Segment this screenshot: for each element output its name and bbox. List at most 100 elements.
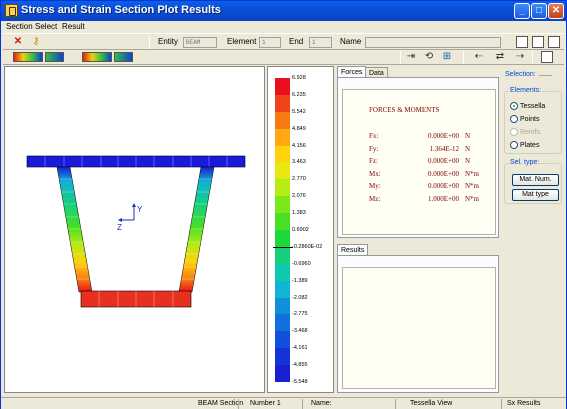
main-toolbar: ✕ ⚷ Entity BEAM Element 1 End 1 Name (3, 33, 564, 50)
color-scale-segment (275, 196, 290, 214)
menu-bar: Section Select Result (1, 21, 566, 33)
window-title: Stress and Strain Section Plot Results (21, 4, 221, 16)
force-row: Fy: 1.364E-12 N (369, 145, 489, 154)
force-unit: N (465, 144, 471, 153)
name-label: Name (340, 37, 362, 46)
force-key: Fx: (369, 132, 379, 140)
radio-plates[interactable]: Plates (510, 141, 539, 150)
status-results: Sx Results (507, 400, 541, 407)
menu-section[interactable]: Section (6, 21, 33, 33)
results-display (342, 267, 496, 389)
export-icon[interactable] (541, 51, 553, 63)
status-separator (395, 399, 396, 409)
view-toolbar: ⇥ ⟲ ⊞ ⇠ ⇄ ⇢ (3, 51, 564, 65)
color-scale-label: 4.156 (292, 142, 306, 149)
maximize-button[interactable]: □ (531, 3, 547, 19)
toolbar-separator (463, 51, 464, 64)
close-button[interactable]: ✕ (548, 3, 564, 19)
status-section: BEAM Section (198, 400, 244, 407)
layout-icon[interactable] (516, 36, 528, 48)
color-scale-segment (275, 230, 290, 248)
seltype-title: Sel. type: (509, 159, 541, 166)
color-scale-segment (275, 297, 290, 315)
stress-map-thumbnail[interactable] (13, 52, 43, 62)
force-unit: N*m (465, 194, 479, 203)
status-number: Number 1 (250, 400, 281, 407)
right-web (178, 166, 215, 293)
color-scale-segment (275, 314, 290, 332)
color-scale-label: -5.548 (292, 379, 308, 385)
fit-icon[interactable]: ⇥ (405, 51, 417, 63)
section-plot (26, 155, 246, 308)
menu-select[interactable]: Select (35, 21, 57, 33)
forces-title: FORCES & MOMENTS (369, 106, 440, 114)
forces-display: FORCES & MOMENTS Fx: 0.000E+00 N Fy: 1.364E-… (342, 89, 496, 235)
chart-icon[interactable] (548, 36, 560, 48)
menu-result[interactable]: Result (62, 21, 85, 33)
end-field[interactable]: 1 (309, 37, 332, 48)
previous-icon[interactable]: ⇠ (473, 51, 485, 63)
forces-panel: FORCES & MOMENTS Fx: 0.000E+00 N Fy: 1.364E-… (337, 77, 499, 238)
end-label: End (289, 37, 304, 46)
force-row: Fx: 0.000E+00 N (369, 132, 489, 141)
radio-points[interactable]: Points (510, 115, 539, 124)
force-unit: N (465, 132, 471, 140)
color-scale-label: -3.468 (292, 328, 308, 335)
next-icon[interactable]: ⇢ (514, 51, 526, 63)
radio-tessella[interactable]: Tessella (510, 102, 545, 111)
zoom-icon[interactable]: ⊞ (441, 51, 453, 63)
color-scale-label: -2.775 (292, 311, 308, 318)
force-row: Mz: 1.000E+00 N*m (369, 195, 489, 204)
force-value: 1.364E-12 (429, 144, 459, 153)
key-icon[interactable]: ⚷ (30, 36, 42, 48)
minimize-button[interactable]: _ (514, 3, 530, 19)
mat-num-button[interactable]: Mat. Num. (512, 174, 559, 186)
name-field[interactable] (365, 37, 501, 48)
radio-icon (510, 128, 518, 137)
color-scale-segment (275, 331, 290, 349)
color-scale-segment (275, 162, 290, 180)
entity-field[interactable]: BEAM (183, 37, 217, 48)
title-bar[interactable]: Stress and Strain Section Plot Results _… (1, 1, 566, 21)
force-value: 0.000E+00 (428, 182, 459, 190)
color-scale-segment (275, 263, 290, 282)
element-field[interactable]: 1 (259, 37, 281, 48)
radio-plates-label: Plates (520, 142, 540, 149)
zero-marker (273, 246, 293, 248)
force-value: 0.000E+00 (428, 157, 459, 165)
force-key: Fy: (369, 144, 379, 153)
color-scale-label: -1.389 (292, 277, 308, 284)
force-key: Fz: (369, 157, 378, 165)
table-icon[interactable] (532, 36, 544, 48)
color-scale-label: -4.161 (292, 345, 308, 352)
force-key: Mx: (369, 169, 381, 178)
top-flange (26, 155, 246, 168)
color-scale-label: -0.2860E-02 (292, 243, 323, 250)
mat-type-button[interactable]: Mat type (512, 189, 559, 201)
status-bar: BEAM Section Number 1 Name: Tessella Vie… (1, 397, 566, 409)
swap-icon[interactable]: ⇄ (494, 51, 506, 63)
strain-map-thumbnail[interactable] (82, 52, 112, 62)
strain-map-thumbnail[interactable] (114, 52, 133, 62)
rotate-icon[interactable]: ⟲ (423, 51, 435, 63)
color-scale-legend: 6.928 6.235 5.542 4.849 4.156 3.463 2.770 2.076… (267, 66, 334, 393)
delete-icon[interactable]: ✕ (12, 36, 24, 48)
app-icon (5, 4, 18, 17)
section-viewport[interactable]: Y Z (4, 66, 265, 393)
force-value: 0.000E+00 (428, 132, 459, 140)
color-scale-segment (275, 280, 290, 299)
status-name: Name: (311, 400, 332, 407)
color-scale-label: -4.855 (292, 362, 308, 369)
color-scale-label: 1.383 (292, 210, 306, 217)
radio-selected-icon (510, 102, 518, 111)
stress-map-thumbnail[interactable] (45, 52, 64, 62)
color-scale-segment (275, 94, 290, 113)
color-scale-segment (275, 78, 290, 96)
color-scale-label: 3.463 (292, 159, 306, 166)
status-separator (238, 399, 239, 409)
left-web (56, 166, 93, 293)
results-panel (337, 255, 499, 393)
color-scale-label: -0.6960 (292, 260, 311, 267)
selection-title: Selection: (505, 71, 536, 78)
color-scale-bar (275, 78, 290, 383)
